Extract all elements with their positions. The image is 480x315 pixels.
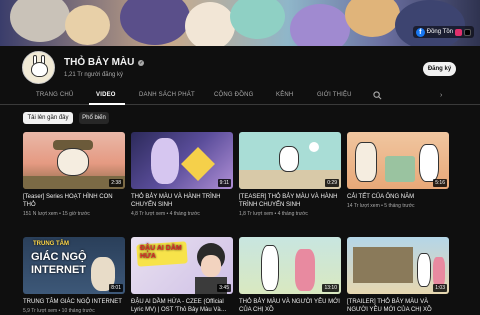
tab-videos[interactable]: VIDEO xyxy=(96,92,116,98)
video-thumbnail[interactable]: TRUNG TÂM GIÁC NGỘ INTERNET 8:01 xyxy=(23,237,125,294)
video-thumbnail[interactable]: 0:29 xyxy=(239,132,341,189)
search-icon[interactable] xyxy=(373,91,382,100)
filter-popular[interactable]: Phổ biến xyxy=(79,112,109,124)
video-title[interactable]: [TRAILER] THỎ BẢY MÀU VÀ NGƯỜI YÊU MỚI C… xyxy=(347,298,449,314)
video-thumbnail[interactable]: 2:38 xyxy=(23,132,125,189)
video-thumbnail[interactable]: 13:10 xyxy=(239,237,341,294)
banner-links[interactable]: f Đồng Tồn xyxy=(412,26,474,38)
video-thumbnail[interactable]: 5:16 xyxy=(347,132,449,189)
video-duration: 9:11 xyxy=(217,179,231,187)
video-meta: 14 Tr lượt xem • 5 tháng trước xyxy=(347,203,415,209)
video-age: 10 tháng trước xyxy=(61,308,95,314)
video-views: 4,8 Tr lượt xem xyxy=(131,211,166,217)
thumb-art xyxy=(353,247,413,283)
thumb-art xyxy=(279,146,299,172)
channel-avatar[interactable] xyxy=(22,51,55,84)
video-duration: 2:38 xyxy=(109,179,123,187)
avatar-face xyxy=(31,62,48,77)
filter-recent[interactable]: Tải lên gần đây xyxy=(23,112,73,124)
video-title[interactable]: THỎ BẢY MÀU VÀ NGƯỜI YÊU MỚI CỦA CHỊ XỒ xyxy=(239,298,341,314)
video-meta: 151 N lượt xem • 15 giờ trước xyxy=(23,211,90,217)
video-age: 5 tháng trước xyxy=(384,203,415,209)
video-duration: 5:16 xyxy=(433,179,447,187)
tab-channels[interactable]: KÊNH xyxy=(276,92,293,98)
channel-name: THỎ BẢY MÀU ✓ xyxy=(64,57,145,68)
video-age: 15 giờ trước xyxy=(62,211,90,217)
video-age: 4 tháng trước xyxy=(277,211,308,217)
banner-art xyxy=(10,0,70,42)
tab-community[interactable]: CỘNG ĐỒNG xyxy=(214,92,253,98)
banner-link-label[interactable]: Đồng Tồn xyxy=(427,29,453,35)
thumb-art xyxy=(433,257,445,287)
video-duration: 13:10 xyxy=(322,284,339,292)
video-thumbnail[interactable]: ĐẬU AI DẦM HỨA 3:45 xyxy=(131,237,233,294)
tab-home[interactable]: TRANG CHỦ xyxy=(36,92,73,98)
chevron-right-icon[interactable]: › xyxy=(440,92,442,99)
thumb-text: GIÁC NGỘ xyxy=(31,251,87,263)
thumb-art xyxy=(295,249,315,291)
instagram-icon[interactable] xyxy=(455,28,462,36)
video-thumbnail[interactable]: 9:11 xyxy=(131,132,233,189)
video-thumbnail[interactable]: 1:03 xyxy=(347,237,449,294)
thumb-art xyxy=(309,142,319,152)
video-title[interactable]: THỎ BẢY MÀU VÀ HÀNH TRÌNH CHUYỂN SINH xyxy=(131,193,233,209)
thumb-text: INTERNET xyxy=(31,264,86,276)
banner-art xyxy=(230,0,285,39)
tiktok-icon[interactable] xyxy=(464,28,471,36)
thumb-art xyxy=(181,147,215,181)
tab-about[interactable]: GIỚI THIỆU xyxy=(317,92,352,98)
video-meta: 1,8 Tr lượt xem • 4 tháng trước xyxy=(239,211,308,217)
channel-tabs: TRANG CHỦ VIDEO DANH SÁCH PHÁT CỘNG ĐỒNG… xyxy=(0,89,480,105)
video-views: 5,9 Tr lượt xem xyxy=(23,308,58,314)
video-title[interactable]: CẢI TẾT CỦA ÔNG NĂM xyxy=(347,193,449,201)
thumb-art xyxy=(417,253,431,287)
banner-art xyxy=(185,2,235,46)
thumb-text: ĐẬU AI DẦM HỨA xyxy=(140,245,182,260)
video-duration: 1:03 xyxy=(433,284,447,292)
video-title[interactable]: [Teaser] Series HOẠT HÌNH CON THỎ xyxy=(23,193,125,209)
video-views: 14 Tr lượt xem xyxy=(347,203,380,209)
video-duration: 8:01 xyxy=(109,284,123,292)
thumb-art xyxy=(419,144,439,182)
banner-art xyxy=(345,0,400,37)
subscriber-count: 1,21 Tr người đăng ký xyxy=(64,72,123,78)
thumb-art xyxy=(385,156,415,182)
thumb-art xyxy=(201,255,221,277)
video-title[interactable]: ĐẬU AI DẦM HỨA - CZEE (Official Lyric MV… xyxy=(131,298,233,314)
video-title[interactable]: [TEASER] THỎ BẢY MÀU VÀ HÀNH TRÌNH CHUYỂ… xyxy=(239,193,341,209)
thumb-art xyxy=(355,142,377,182)
video-meta: 4,8 Tr lượt xem • 4 tháng trước xyxy=(131,211,200,217)
video-duration: 3:45 xyxy=(217,284,231,292)
thumb-text: TRUNG TÂM xyxy=(33,241,69,247)
thumb-art xyxy=(261,245,279,291)
banner-art xyxy=(290,4,350,46)
video-views: 1,8 Tr lượt xem xyxy=(239,211,274,217)
video-meta: 5,9 Tr lượt xem • 10 tháng trước xyxy=(23,308,95,314)
verified-icon: ✓ xyxy=(138,59,145,66)
facebook-icon[interactable]: f xyxy=(415,27,425,37)
video-duration: 0:29 xyxy=(325,179,339,187)
channel-banner: f Đồng Tồn xyxy=(0,0,480,46)
subscribe-button[interactable]: Đăng ký xyxy=(423,62,456,76)
video-views: 151 N lượt xem xyxy=(23,211,58,217)
banner-art xyxy=(120,0,190,45)
thumb-art xyxy=(57,148,89,176)
thumb-art xyxy=(151,138,179,184)
active-tab-indicator xyxy=(89,103,125,105)
banner-art xyxy=(395,0,465,46)
banner-art xyxy=(65,5,110,45)
video-age: 4 tháng trước xyxy=(169,211,200,217)
tab-playlists[interactable]: DANH SÁCH PHÁT xyxy=(139,92,195,98)
channel-name-text: THỎ BẢY MÀU xyxy=(64,57,135,68)
video-title[interactable]: TRUNG TÂM GIÁC NGỘ INTERNET xyxy=(23,298,125,306)
